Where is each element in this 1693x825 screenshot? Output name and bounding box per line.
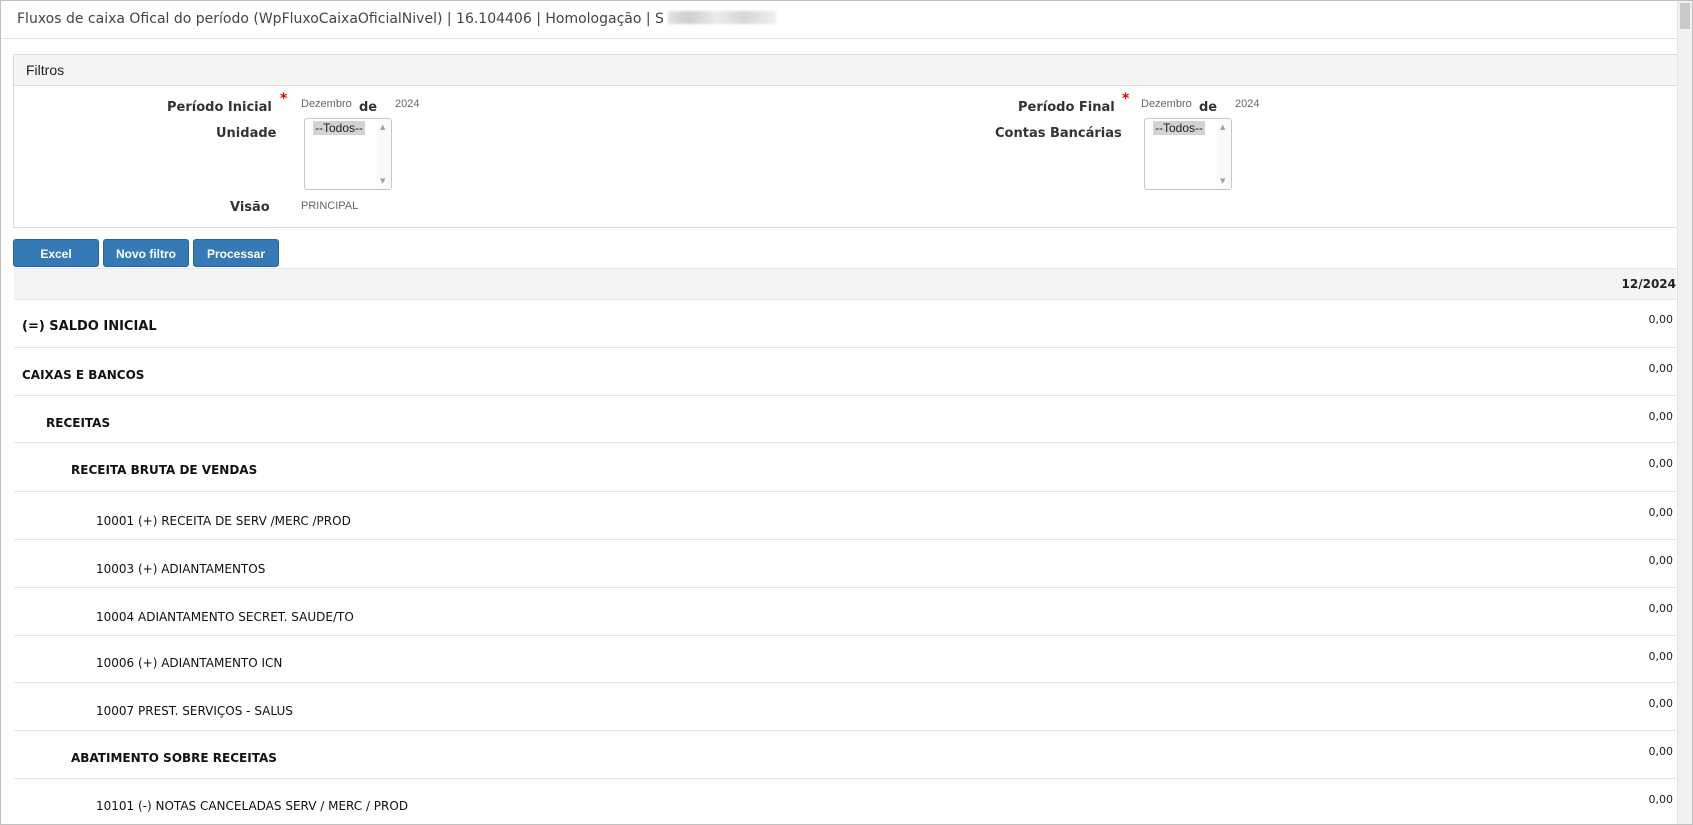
contas-option-todos[interactable]: --Todos-- [1153,121,1206,135]
table-row: 10003 (+) ADIANTAMENTOS 0,00 [14,540,1676,588]
required-marker: * [1122,91,1130,107]
row-value: 0,00 [1648,697,1674,710]
table-row: 10001 (+) RECEITA DE SERV /MERC /PROD 0,… [14,492,1676,540]
window-title: Fluxos de caixa Ofical do período (WpFlu… [17,11,776,27]
unidade-listbox-scrollbar[interactable]: ▲ ▼ [377,119,391,189]
contas-listbox-scrollbar[interactable]: ▲ ▼ [1217,119,1231,189]
unidade-option-todos[interactable]: --Todos-- [313,121,366,135]
excel-button[interactable]: Excel [13,239,99,267]
table-row: (=) SALDO INICIAL 0,00 [14,299,1676,348]
period-column-header: 12/2024 [1621,277,1676,291]
row-value: 0,00 [1648,410,1674,423]
page-scrollbar[interactable] [1677,1,1692,824]
row-value: 0,00 [1648,602,1674,615]
periodo-inicial-label: Período Inicial [167,100,272,115]
required-marker: * [280,91,288,107]
filters-panel: Filtros Período Inicial * Dezembro de 20… [13,54,1678,228]
row-value: 0,00 [1648,745,1674,758]
table-header: 12/2024 [14,268,1676,300]
novo-filtro-button[interactable]: Novo filtro [103,239,189,267]
row-label: 10006 (+) ADIANTAMENTO ICN [96,656,283,670]
processar-button[interactable]: Processar [193,239,279,267]
table-row: ABATIMENTO SOBRE RECEITAS 0,00 [14,731,1676,779]
unidade-label: Unidade [216,126,277,141]
visao-value: PRINCIPAL [301,200,359,212]
table-row: 10101 (-) NOTAS CANCELADAS SERV / MERC /… [14,779,1676,823]
row-label: RECEITA BRUTA DE VENDAS [71,463,258,477]
row-value: 0,00 [1648,457,1674,470]
periodo-final-month-select[interactable]: Dezembro [1141,98,1192,110]
contas-bancarias-listbox[interactable]: --Todos-- ▲ ▼ [1144,118,1232,190]
periodo-inicial-year-select[interactable]: 2024 [395,98,419,110]
row-label: ABATIMENTO SOBRE RECEITAS [71,751,277,765]
periodo-inicial-de: de [359,100,378,115]
periodo-final-label: Período Final [1018,100,1115,115]
row-label: 10001 (+) RECEITA DE SERV /MERC /PROD [96,514,351,528]
row-label: RECEITAS [46,416,111,430]
table-row: RECEITAS 0,00 [14,396,1676,443]
filters-header: Filtros [14,55,1677,86]
row-value: 0,00 [1648,554,1674,567]
visao-label: Visão [230,200,270,215]
row-label: 10003 (+) ADIANTAMENTOS [96,562,266,576]
row-label: CAIXAS E BANCOS [22,368,145,382]
table-row: 10007 PREST. SERVIÇOS - SALUS 0,00 [14,683,1676,731]
periodo-inicial-month-select[interactable]: Dezembro [301,98,352,110]
row-value: 0,00 [1648,793,1674,806]
scroll-up-arrow-icon[interactable]: ▲ [380,123,385,131]
table-row: 10006 (+) ADIANTAMENTO ICN 0,00 [14,636,1676,683]
table-row: RECEITA BRUTA DE VENDAS 0,00 [14,443,1676,492]
contas-bancarias-label: Contas Bancárias [995,126,1122,141]
scroll-down-arrow-icon[interactable]: ▼ [1220,177,1225,185]
window-titlebar: Fluxos de caixa Ofical do período (WpFlu… [1,1,1692,39]
periodo-final-de: de [1199,100,1218,115]
row-value: 0,00 [1648,362,1674,375]
row-value: 0,00 [1648,506,1674,519]
table-row: 10004 ADIANTAMENTO SECRET. SAUDE/TO 0,00 [14,588,1676,636]
row-label: (=) SALDO INICIAL [22,319,157,334]
scroll-down-arrow-icon[interactable]: ▼ [380,177,385,185]
row-label: 10007 PREST. SERVIÇOS - SALUS [96,704,293,718]
scroll-up-arrow-icon[interactable]: ▲ [1220,123,1225,131]
app-window: Fluxos de caixa Ofical do período (WpFlu… [0,0,1693,825]
table-row: CAIXAS E BANCOS 0,00 [14,348,1676,396]
unidade-listbox[interactable]: --Todos-- ▲ ▼ [304,118,392,190]
filters-title: Filtros [26,62,65,78]
row-label: 10101 (-) NOTAS CANCELADAS SERV / MERC /… [96,799,409,813]
redacted-text [667,11,776,24]
periodo-final-year-select[interactable]: 2024 [1235,98,1259,110]
page-scrollbar-thumb[interactable] [1680,3,1690,29]
row-value: 0,00 [1648,650,1674,663]
row-value: 0,00 [1648,313,1674,326]
row-label: 10004 ADIANTAMENTO SECRET. SAUDE/TO [96,610,354,624]
